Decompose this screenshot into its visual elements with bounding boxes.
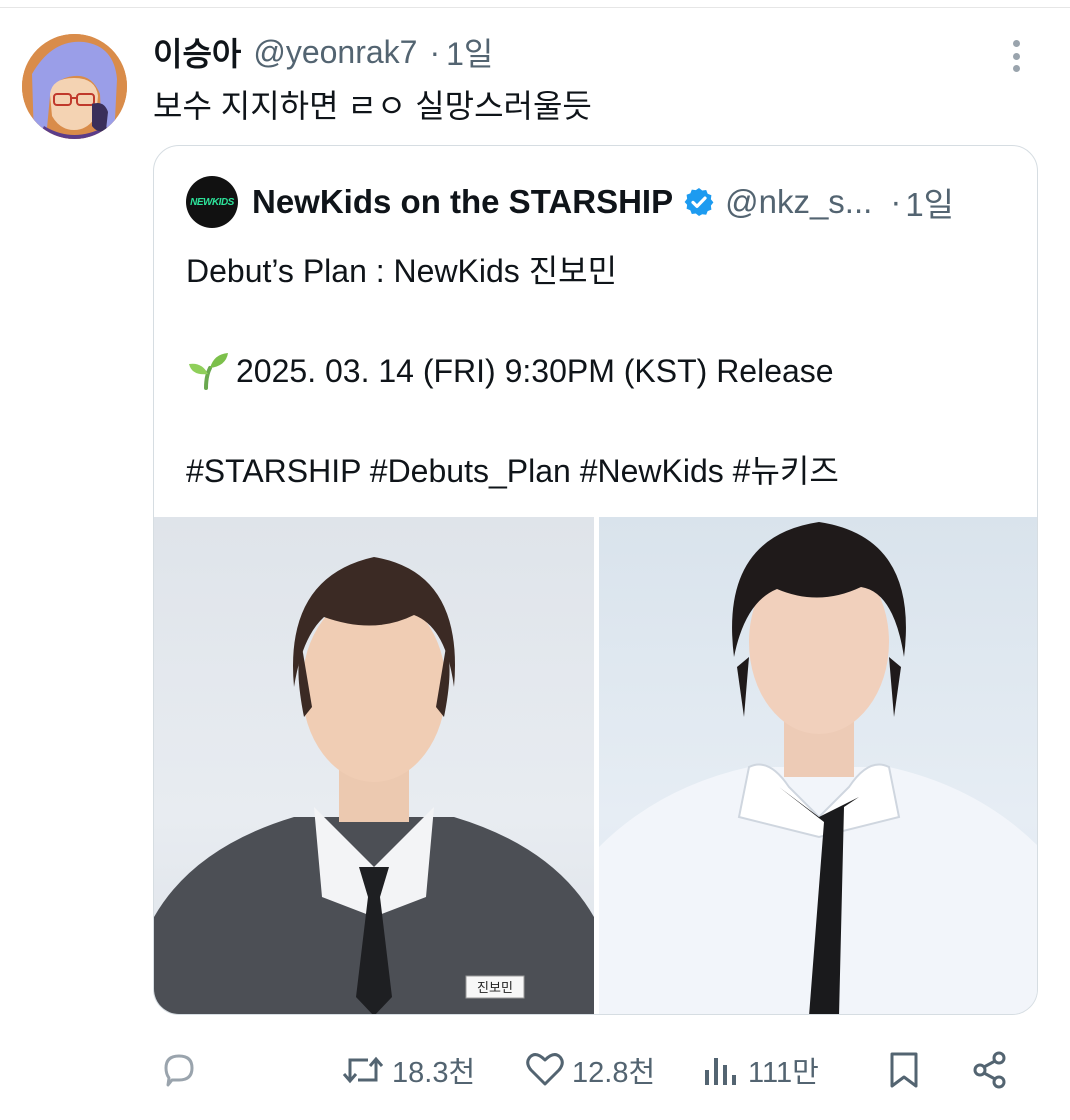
portrait-illustration-right [599, 522, 1037, 1014]
author-avatar[interactable] [22, 34, 127, 139]
quoted-avatar-logo-text: NEWKIDS [190, 196, 234, 208]
retweet-count: 18.3천 [392, 1057, 476, 1089]
quoted-separator-dot: · [890, 183, 902, 220]
like-button[interactable]: 12.8천 [524, 1045, 655, 1095]
verified-badge-icon [684, 188, 714, 216]
quoted-tweet-card[interactable]: NEWKIDS NewKids on the STARSHIP @nkz_s..… [153, 145, 1038, 1015]
views-chart-icon [705, 1058, 736, 1085]
retweet-icon [342, 1056, 384, 1084]
author-name[interactable]: 이승아 [153, 29, 241, 75]
bookmark-icon [890, 1052, 918, 1088]
quoted-media-grid: 진보민 [154, 517, 1037, 1014]
quoted-tweet-header: NEWKIDS NewKids on the STARSHIP @nkz_s..… [186, 176, 954, 228]
top-divider [0, 7, 1070, 8]
bookmark-button[interactable] [884, 1045, 930, 1095]
name-badge-text: 진보민 [477, 981, 513, 996]
quoted-author-name[interactable]: NewKids on the STARSHIP [252, 183, 673, 221]
separator-dot: · [429, 33, 441, 70]
quoted-author-avatar[interactable]: NEWKIDS [186, 176, 238, 228]
reply-icon [164, 1054, 194, 1087]
avatar-illustration [22, 34, 127, 139]
share-button[interactable] [970, 1045, 1018, 1095]
quoted-text-line-1: Debut’s Plan : NewKids 진보민 [186, 253, 618, 289]
quoted-text-line-2 [186, 296, 839, 346]
quoted-tweet-time[interactable]: 1일 [905, 178, 954, 226]
photo-shirt-portrait[interactable] [599, 517, 1037, 1014]
author-handle[interactable]: @yeonrak7 [253, 34, 417, 71]
seedling-icon [189, 353, 228, 390]
tweet-header: 이승아 @yeonrak7 · 1일 [153, 30, 493, 74]
tweet-time[interactable]: 1일 [446, 29, 493, 75]
tweet-text: 보수 지지하면 ㄹㅇ 실망스러울듯 [153, 88, 592, 124]
action-bar: 18.3천 12.8천 111만 [0, 1045, 1070, 1095]
release-date-text: 2025. 03. 14 (FRI) 9:30PM (KST) Release [236, 353, 834, 389]
reply-button[interactable] [158, 1045, 206, 1095]
quoted-text-line-3: 2025. 03. 14 (FRI) 9:30PM (KST) Release [186, 346, 839, 396]
views-button[interactable]: 111만 [700, 1045, 819, 1095]
quoted-tweet-text: Debut’s Plan : NewKids 진보민 2025. 03. 14 … [186, 246, 839, 496]
photo-uniform-portrait[interactable]: 진보민 [154, 517, 594, 1014]
portrait-illustration-left: 진보민 [154, 557, 594, 1014]
views-count: 111만 [748, 1057, 819, 1089]
heart-icon [526, 1053, 564, 1086]
quoted-text-line-4 [186, 396, 839, 446]
share-icon [973, 1051, 1006, 1089]
more-options-icon[interactable] [1000, 36, 1032, 76]
quoted-hashtags[interactable]: #STARSHIP #Debuts_Plan #NewKids #뉴키즈 [186, 446, 839, 496]
quoted-author-handle[interactable]: @nkz_s... [725, 183, 872, 221]
retweet-button[interactable]: 18.3천 [340, 1045, 475, 1095]
like-count: 12.8천 [572, 1057, 656, 1089]
